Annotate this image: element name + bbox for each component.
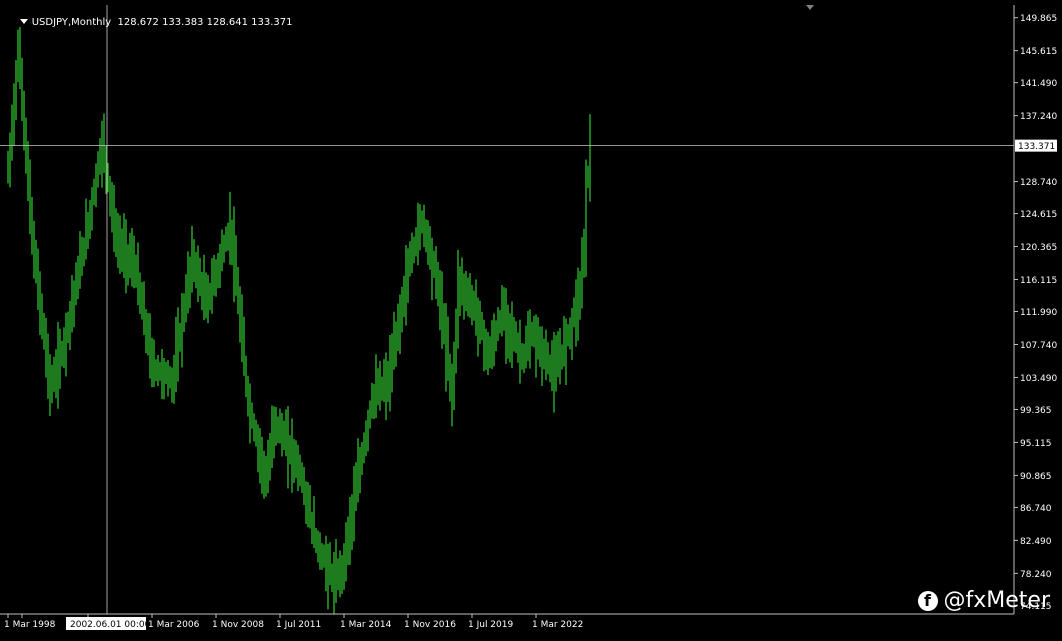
symbol-timeframe: USDJPY,Monthly [31,17,112,28]
watermark: f @fxMeter [917,588,1051,613]
watermark-text: @fxMeter [943,588,1051,613]
y-tick-label: 149.865 [1020,14,1057,24]
dropdown-arrow-icon[interactable] [19,19,28,24]
y-tick-label: 95.115 [1020,439,1052,449]
facebook-icon: f [917,590,938,611]
y-tick-label: 128.740 [1020,178,1057,188]
y-tick-label: 78.240 [1020,570,1052,580]
x-tick-label: 1 Jul 2011 [276,620,321,630]
y-tick-label: 141.490 [1020,79,1057,89]
y-tick-label: 90.865 [1020,472,1052,482]
y-tick-label: 120.365 [1020,243,1057,253]
x-tick-label: 1 Mar 1998 [4,620,56,630]
y-tick-label: 124.615 [1020,210,1057,220]
x-tick-label: 1 Jul 2019 [468,620,513,630]
y-tick-label: 145.615 [1020,47,1057,57]
y-tick-label: 107.740 [1020,341,1057,351]
time-label: 2002.06.01 00:00 [70,620,151,630]
chart-background [0,0,1062,637]
x-tick-label: 1 Nov 2016 [404,620,456,630]
y-tick-label: 103.490 [1020,374,1057,384]
x-tick-label: 1 Mar 2014 [340,620,392,630]
y-tick-label: 86.740 [1020,504,1052,514]
price-chart[interactable]: 149.865 145.615 141.490 137.240 133.371 128.7… [0,0,1062,637]
y-tick-label: 111.990 [1020,308,1057,318]
chart-window[interactable]: 149.865 145.615 141.490 137.240 133.371 128.7… [0,0,1062,637]
x-tick-label: 1 Mar 2022 [532,620,583,630]
y-tick-label: 116.115 [1020,276,1057,286]
y-tick-label: 99.365 [1020,406,1052,416]
x-tick-label: 1 Nov 2008 [212,620,264,630]
ohlc-values: 128.672 133.383 128.641 133.371 [117,17,293,28]
y-tick-label: 137.240 [1020,112,1057,122]
x-tick-label: 1 Mar 2006 [148,620,200,630]
price-label: 133.371 [1018,142,1055,152]
y-tick-label: 82.490 [1020,537,1052,547]
chart-header: USDJPY,Monthly 128.672 133.383 128.641 1… [7,6,292,39]
